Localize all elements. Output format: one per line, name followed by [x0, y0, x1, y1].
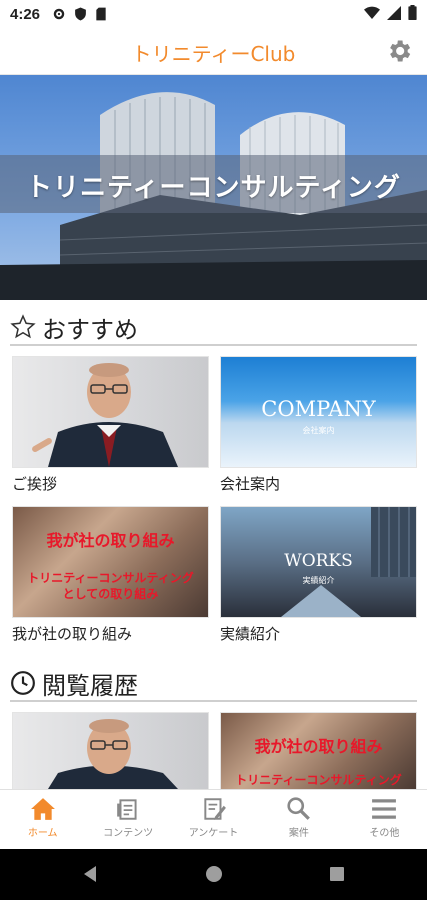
initiatives-image: 我が社の取り組み トリニティーコンサルティング としての取り組み: [12, 506, 209, 618]
nav-label-projects: 案件: [288, 828, 309, 839]
status-time: 4:26: [10, 5, 41, 23]
initiatives-overlay-line3: としての取り組み: [62, 587, 159, 601]
card-initiatives[interactable]: 我が社の取り組み トリニティーコンサルティング としての取り組み 我が社の取り組…: [12, 506, 209, 644]
nav-other[interactable]: その他: [342, 790, 427, 850]
initiatives-overlay-line1: 我が社の取り組み: [46, 531, 175, 550]
works-overlay-title: WORKS: [284, 551, 353, 571]
works-image: WORKS 実績紹介: [220, 506, 417, 618]
card-caption: 我が社の取り組み: [12, 625, 133, 643]
signal-icon: [387, 5, 401, 20]
star-icon: [10, 314, 36, 339]
history-greeting-image: [12, 712, 209, 790]
home-icon: [30, 798, 55, 820]
nav-contents[interactable]: コンテンツ: [85, 790, 170, 850]
recommended-divider: [10, 344, 417, 346]
history-heading: 閲覧履歴: [10, 665, 138, 701]
contents-icon: [117, 799, 137, 820]
nav-survey[interactable]: アンケート: [171, 790, 256, 850]
history-divider: [10, 700, 417, 702]
history-card-initiatives[interactable]: 我が社の取り組み トリニティーコンサルティング: [220, 712, 417, 790]
status-bar: 4:26: [0, 0, 427, 28]
card-works[interactable]: WORKS 実績紹介 実績紹介: [220, 506, 417, 644]
nav-home[interactable]: ホーム: [0, 790, 85, 850]
card-caption: ご挨拶: [12, 475, 58, 493]
settings-status-icon: [53, 8, 65, 20]
hero-banner[interactable]: トリニティーコンサルティング: [0, 75, 427, 300]
recommended-heading: おすすめ: [10, 309, 138, 345]
search-icon: [287, 797, 310, 820]
bottom-nav: ホーム コンテンツ アンケート 案件 その他: [0, 789, 427, 850]
app-bar: トリニティーClub: [0, 28, 427, 75]
card-company[interactable]: COMPANY 会社案内 会社案内: [220, 356, 417, 494]
history-initiatives-image: 我が社の取り組み トリニティーコンサルティング: [220, 712, 417, 790]
nav-label-survey: アンケート: [188, 828, 239, 839]
sdcard-status-icon: [96, 7, 106, 21]
history-overlay-line2: トリニティーコンサルティング: [235, 773, 402, 787]
gear-icon[interactable]: [385, 37, 413, 65]
app-title: トリニティーClub: [131, 42, 296, 66]
nav-label-contents: コンテンツ: [103, 828, 154, 839]
home-circle-icon[interactable]: [204, 864, 224, 884]
recents-icon[interactable]: [327, 864, 347, 884]
nav-label-other: その他: [369, 828, 400, 839]
survey-icon: [203, 798, 226, 820]
greeting-image: [12, 356, 209, 468]
recommended-title: おすすめ: [42, 315, 138, 344]
works-overlay-sub: 実績紹介: [302, 576, 335, 585]
back-icon[interactable]: [80, 864, 100, 884]
wifi-icon: [364, 6, 380, 19]
company-overlay-sub: 会社案内: [302, 426, 335, 435]
card-caption: 会社案内: [220, 475, 281, 493]
nav-label-home: ホーム: [27, 828, 58, 839]
hero-title: トリニティーコンサルティング: [26, 173, 401, 203]
card-caption: 実績紹介: [220, 625, 281, 643]
menu-icon: [372, 799, 397, 819]
initiatives-overlay-line2: トリニティーコンサルティング: [27, 571, 194, 585]
clock-icon: [11, 671, 35, 695]
company-overlay-title: COMPANY: [261, 397, 376, 421]
history-title: 閲覧履歴: [42, 671, 138, 700]
history-overlay-line1: 我が社の取り組み: [254, 737, 383, 756]
shield-status-icon: [75, 7, 86, 21]
company-image: COMPANY 会社案内: [220, 356, 417, 468]
history-card-greeting[interactable]: [12, 712, 209, 790]
battery-icon: [408, 5, 417, 20]
card-greeting[interactable]: ご挨拶: [12, 356, 209, 494]
system-nav-bar: [0, 849, 427, 900]
nav-projects[interactable]: 案件: [256, 790, 341, 850]
